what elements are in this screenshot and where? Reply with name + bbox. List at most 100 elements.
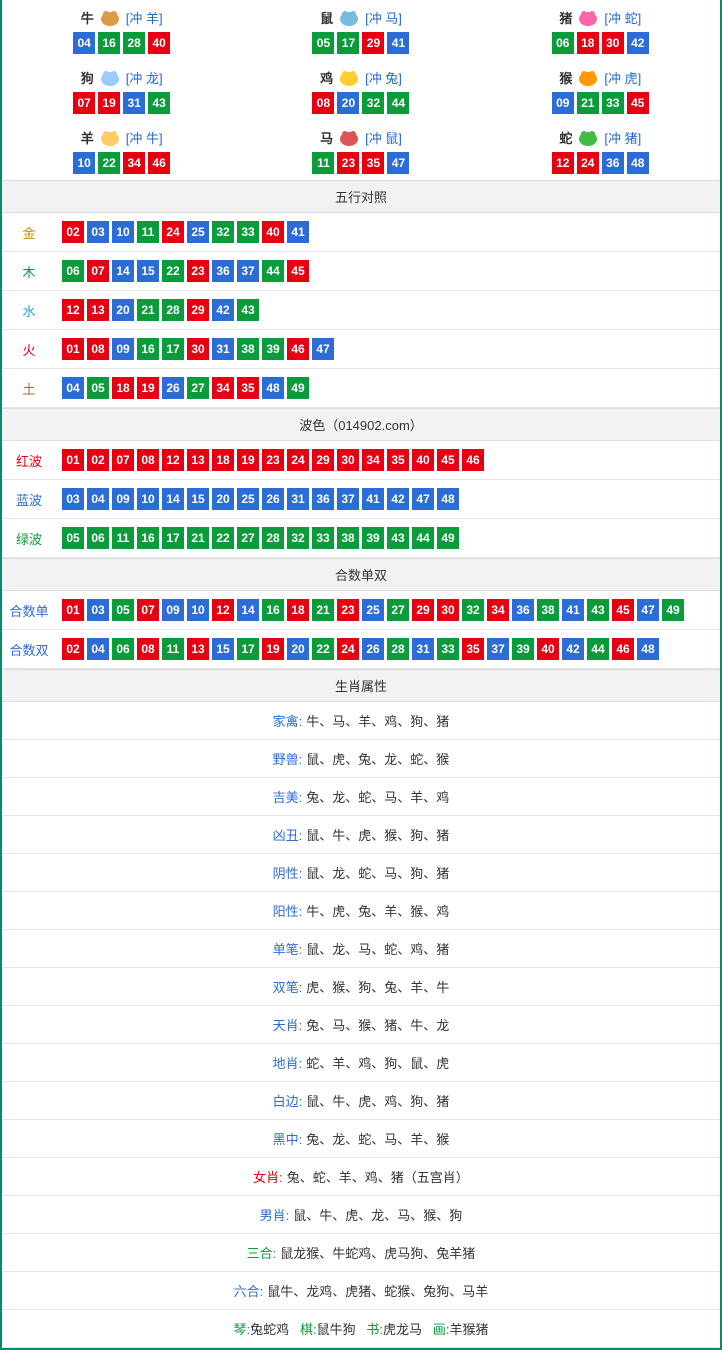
number-chip: 05 xyxy=(112,599,134,621)
row-numbers: 06071415222336374445 xyxy=(56,252,315,290)
number-chip: 34 xyxy=(362,449,384,471)
attr-label: 家禽: xyxy=(273,714,303,729)
attr-value: 鼠、牛、虎、猴、狗、猪 xyxy=(306,828,449,843)
zodiac-numbers: 11233547 xyxy=(241,152,480,174)
zodiac-conflict: [冲 羊] xyxy=(126,8,163,27)
number-chip: 28 xyxy=(123,32,145,54)
number-chip: 23 xyxy=(337,599,359,621)
number-chip: 11 xyxy=(312,152,334,174)
number-chip: 23 xyxy=(337,152,359,174)
number-chip: 38 xyxy=(337,527,359,549)
footer-label: 画: xyxy=(433,1322,450,1337)
number-chip: 28 xyxy=(262,527,284,549)
row-numbers: 0108091617303138394647 xyxy=(56,330,340,368)
attr-label: 野兽: xyxy=(273,752,303,767)
number-chip: 22 xyxy=(98,152,120,174)
number-chip: 10 xyxy=(137,488,159,510)
number-chip: 19 xyxy=(262,638,284,660)
number-chip: 34 xyxy=(123,152,145,174)
number-chip: 31 xyxy=(412,638,434,660)
number-chip: 45 xyxy=(287,260,309,282)
number-chip: 03 xyxy=(62,488,84,510)
zodiac-icon xyxy=(96,126,124,148)
number-chip: 42 xyxy=(212,299,234,321)
footer-value: 羊猴猪 xyxy=(450,1322,489,1337)
number-chip: 08 xyxy=(137,638,159,660)
row-label: 火 xyxy=(2,332,56,367)
row-label: 绿波 xyxy=(2,521,56,556)
number-chip: 35 xyxy=(462,638,484,660)
zodiac-cell: 狗[冲 龙]07193143 xyxy=(2,60,241,120)
attr-label: 阴性: xyxy=(273,866,303,881)
zodiac-conflict: [冲 马] xyxy=(365,8,402,27)
row-numbers: 0204060811131517192022242628313335373940… xyxy=(56,630,665,668)
number-chip: 37 xyxy=(487,638,509,660)
footer-label: 琴: xyxy=(233,1322,250,1337)
number-chip: 25 xyxy=(187,221,209,243)
bose-table: 红波0102070812131819232429303435404546蓝波03… xyxy=(2,441,720,558)
data-row: 合数单0103050709101214161821232527293032343… xyxy=(2,591,720,630)
attr-row: 天肖:兔、马、猴、猪、牛、龙 xyxy=(2,1006,720,1044)
number-chip: 28 xyxy=(387,638,409,660)
number-chip: 35 xyxy=(362,152,384,174)
number-chip: 17 xyxy=(237,638,259,660)
zodiac-conflict: [冲 鼠] xyxy=(365,128,402,147)
number-chip: 22 xyxy=(162,260,184,282)
number-chip: 18 xyxy=(577,32,599,54)
number-chip: 18 xyxy=(287,599,309,621)
number-chip: 34 xyxy=(487,599,509,621)
row-label: 木 xyxy=(2,254,56,289)
footer-value: 兔蛇鸡 xyxy=(250,1322,289,1337)
number-chip: 20 xyxy=(112,299,134,321)
zodiac-icon xyxy=(574,6,602,28)
attr-label: 黑中: xyxy=(273,1132,303,1147)
zodiac-conflict: [冲 猪] xyxy=(604,128,641,147)
number-chip: 17 xyxy=(337,32,359,54)
number-chip: 30 xyxy=(337,449,359,471)
zodiac-name: 狗 xyxy=(81,68,94,87)
zodiac-cell: 蛇[冲 猪]12243648 xyxy=(481,120,720,180)
number-chip: 35 xyxy=(387,449,409,471)
attr-row: 凶丑:鼠、牛、虎、猴、狗、猪 xyxy=(2,816,720,854)
zodiac-name: 羊 xyxy=(81,128,94,147)
zodiac-icon xyxy=(335,66,363,88)
attr-value: 鼠、虎、兔、龙、蛇、猴 xyxy=(306,752,449,767)
zodiac-numbers: 12243648 xyxy=(481,152,720,174)
zodiac-name: 猪 xyxy=(559,8,572,27)
attr-label: 天肖: xyxy=(273,1018,303,1033)
number-chip: 31 xyxy=(123,92,145,114)
number-chip: 10 xyxy=(112,221,134,243)
number-chip: 11 xyxy=(162,638,184,660)
attr-value: 蛇、羊、鸡、狗、鼠、虎 xyxy=(306,1056,449,1071)
number-chip: 36 xyxy=(212,260,234,282)
zodiac-conflict: [冲 龙] xyxy=(126,68,163,87)
attr-value: 兔、龙、蛇、马、羊、猴 xyxy=(306,1132,449,1147)
footer-value: 鼠牛狗 xyxy=(317,1322,356,1337)
number-chip: 23 xyxy=(187,260,209,282)
attr-row: 阴性:鼠、龙、蛇、马、狗、猪 xyxy=(2,854,720,892)
number-chip: 28 xyxy=(162,299,184,321)
number-chip: 35 xyxy=(237,377,259,399)
number-chip: 06 xyxy=(552,32,574,54)
number-chip: 30 xyxy=(602,32,624,54)
number-chip: 43 xyxy=(237,299,259,321)
number-chip: 32 xyxy=(462,599,484,621)
number-chip: 47 xyxy=(412,488,434,510)
row-numbers: 05061116172122272832333839434449 xyxy=(56,519,465,557)
zodiac-name: 牛 xyxy=(81,8,94,27)
number-chip: 46 xyxy=(612,638,634,660)
number-chip: 32 xyxy=(212,221,234,243)
number-chip: 12 xyxy=(62,299,84,321)
footer-label: 棋: xyxy=(300,1322,317,1337)
number-chip: 33 xyxy=(312,527,334,549)
data-row: 金02031011242532334041 xyxy=(2,213,720,252)
number-chip: 45 xyxy=(612,599,634,621)
row-label: 合数双 xyxy=(2,632,56,667)
number-chip: 49 xyxy=(662,599,684,621)
data-row: 合数双0204060811131517192022242628313335373… xyxy=(2,630,720,669)
section-title-heshu: 合数单双 xyxy=(2,558,720,591)
number-chip: 34 xyxy=(212,377,234,399)
number-chip: 02 xyxy=(87,449,109,471)
number-chip: 09 xyxy=(552,92,574,114)
number-chip: 38 xyxy=(237,338,259,360)
